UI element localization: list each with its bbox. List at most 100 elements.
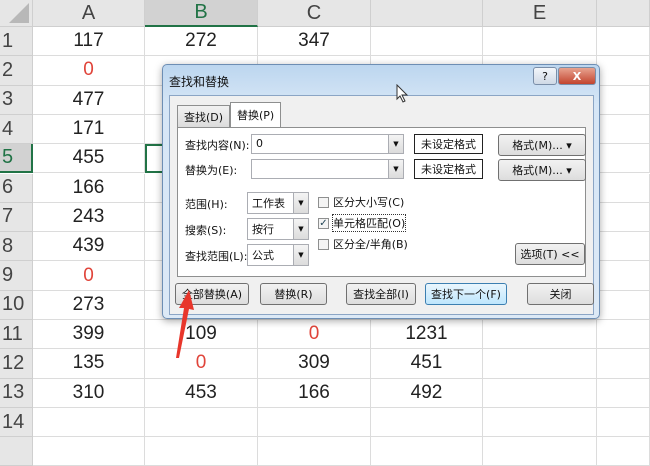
row-header[interactable]: 5 [0,144,33,174]
cell[interactable] [597,85,650,115]
tab-find[interactable]: 查找(D) [177,105,231,127]
cell[interactable] [483,407,597,438]
lookin-select[interactable]: 公式 ▼ [247,244,309,266]
column-header[interactable]: E [483,0,597,27]
checkbox-icon[interactable] [318,196,329,208]
match-cell-checkbox[interactable]: ✓ 单元格匹配(O) [318,214,407,232]
cell[interactable]: 492 [371,378,483,408]
chevron-down-icon[interactable]: ▼ [293,245,308,265]
cell[interactable]: 310 [33,378,145,408]
options-button[interactable]: 选项(T) << [515,243,585,265]
cell[interactable]: 309 [258,349,371,379]
cell[interactable]: 0 [258,320,371,350]
cell[interactable] [597,261,650,291]
cell[interactable] [258,407,371,438]
cell[interactable] [483,320,597,350]
cell[interactable]: 273 [33,290,145,320]
cell[interactable]: 171 [33,114,145,145]
row-header[interactable]: 9 [0,261,33,291]
column-header[interactable]: B [145,0,258,27]
cell[interactable]: 347 [258,27,371,57]
close-icon[interactable]: X [558,67,596,85]
row-header[interactable]: 2 [0,56,33,86]
cell[interactable] [33,437,145,466]
find-next-button[interactable]: 查找下一个(F) [425,283,507,305]
cell[interactable] [371,437,483,466]
replace-input[interactable]: ▼ [251,159,404,179]
cell[interactable] [483,27,597,57]
row-header[interactable]: 4 [0,114,33,145]
row-header[interactable]: 1 [0,27,33,57]
close-button[interactable]: 关闭 [527,283,594,305]
cell[interactable]: 399 [33,320,145,350]
cell[interactable]: 272 [145,27,258,57]
row-header[interactable] [0,437,33,466]
cell[interactable] [597,378,650,408]
cell[interactable]: 109 [145,320,258,350]
row-header[interactable]: 14 [0,407,33,438]
cell[interactable]: 0 [145,349,258,379]
tab-replace[interactable]: 替换(P) [230,102,282,127]
row-header[interactable]: 11 [0,320,33,350]
row-header[interactable]: 6 [0,173,33,203]
checkbox-icon[interactable]: ✓ [318,217,329,229]
cell[interactable] [597,202,650,233]
cell[interactable] [483,437,597,466]
cell[interactable] [483,349,597,379]
column-header[interactable] [597,0,650,27]
chevron-down-icon[interactable]: ▼ [293,219,308,239]
cell[interactable] [597,290,650,320]
cell[interactable]: 455 [33,144,145,174]
cell[interactable] [597,173,650,203]
cell[interactable]: 0 [33,261,145,291]
cell[interactable]: 439 [33,232,145,262]
cell[interactable] [597,56,650,86]
search-select[interactable]: 按行 ▼ [247,218,309,240]
help-button[interactable]: ? [533,67,557,85]
cell[interactable] [371,27,483,57]
cell[interactable]: 117 [33,27,145,57]
match-width-checkbox[interactable]: 区分全/半角(B) [318,236,408,252]
cell[interactable]: 451 [371,349,483,379]
cell[interactable] [145,407,258,438]
cell[interactable] [597,349,650,379]
cell[interactable]: 166 [258,378,371,408]
cell[interactable]: 135 [33,349,145,379]
replace-format-button[interactable]: 格式(M)... ▾ [498,159,586,181]
cell[interactable] [597,27,650,57]
column-header[interactable]: A [33,0,145,27]
chevron-down-icon[interactable]: ▼ [293,193,308,213]
cell[interactable] [483,378,597,408]
select-all-corner[interactable] [0,0,33,27]
cell[interactable]: 243 [33,202,145,233]
scope-select[interactable]: 工作表 ▼ [247,192,309,214]
cell[interactable] [597,232,650,262]
cell[interactable] [597,407,650,438]
match-case-checkbox[interactable]: 区分大小写(C) [318,194,404,210]
find-all-button[interactable]: 查找全部(I) [346,283,416,305]
row-header[interactable]: 8 [0,232,33,262]
row-header[interactable]: 7 [0,202,33,233]
cell[interactable] [371,407,483,438]
column-header[interactable]: C [258,0,371,27]
row-header[interactable]: 3 [0,85,33,115]
cell[interactable]: 0 [33,56,145,86]
cell[interactable] [597,437,650,466]
checkbox-icon[interactable] [318,238,329,250]
cell[interactable] [145,437,258,466]
row-header[interactable]: 13 [0,378,33,408]
cell[interactable]: 1231 [371,320,483,350]
cell[interactable] [597,144,650,174]
cell[interactable] [33,407,145,438]
row-header[interactable]: 12 [0,349,33,379]
find-input[interactable]: 0 ▼ [251,134,404,154]
cell[interactable]: 477 [33,85,145,115]
cell[interactable] [597,320,650,350]
cell[interactable] [597,114,650,145]
replace-button[interactable]: 替换(R) [260,283,327,305]
row-header[interactable]: 10 [0,290,33,320]
cell[interactable]: 166 [33,173,145,203]
cell[interactable] [258,437,371,466]
chevron-down-icon[interactable]: ▼ [388,135,403,153]
cell[interactable]: 453 [145,378,258,408]
